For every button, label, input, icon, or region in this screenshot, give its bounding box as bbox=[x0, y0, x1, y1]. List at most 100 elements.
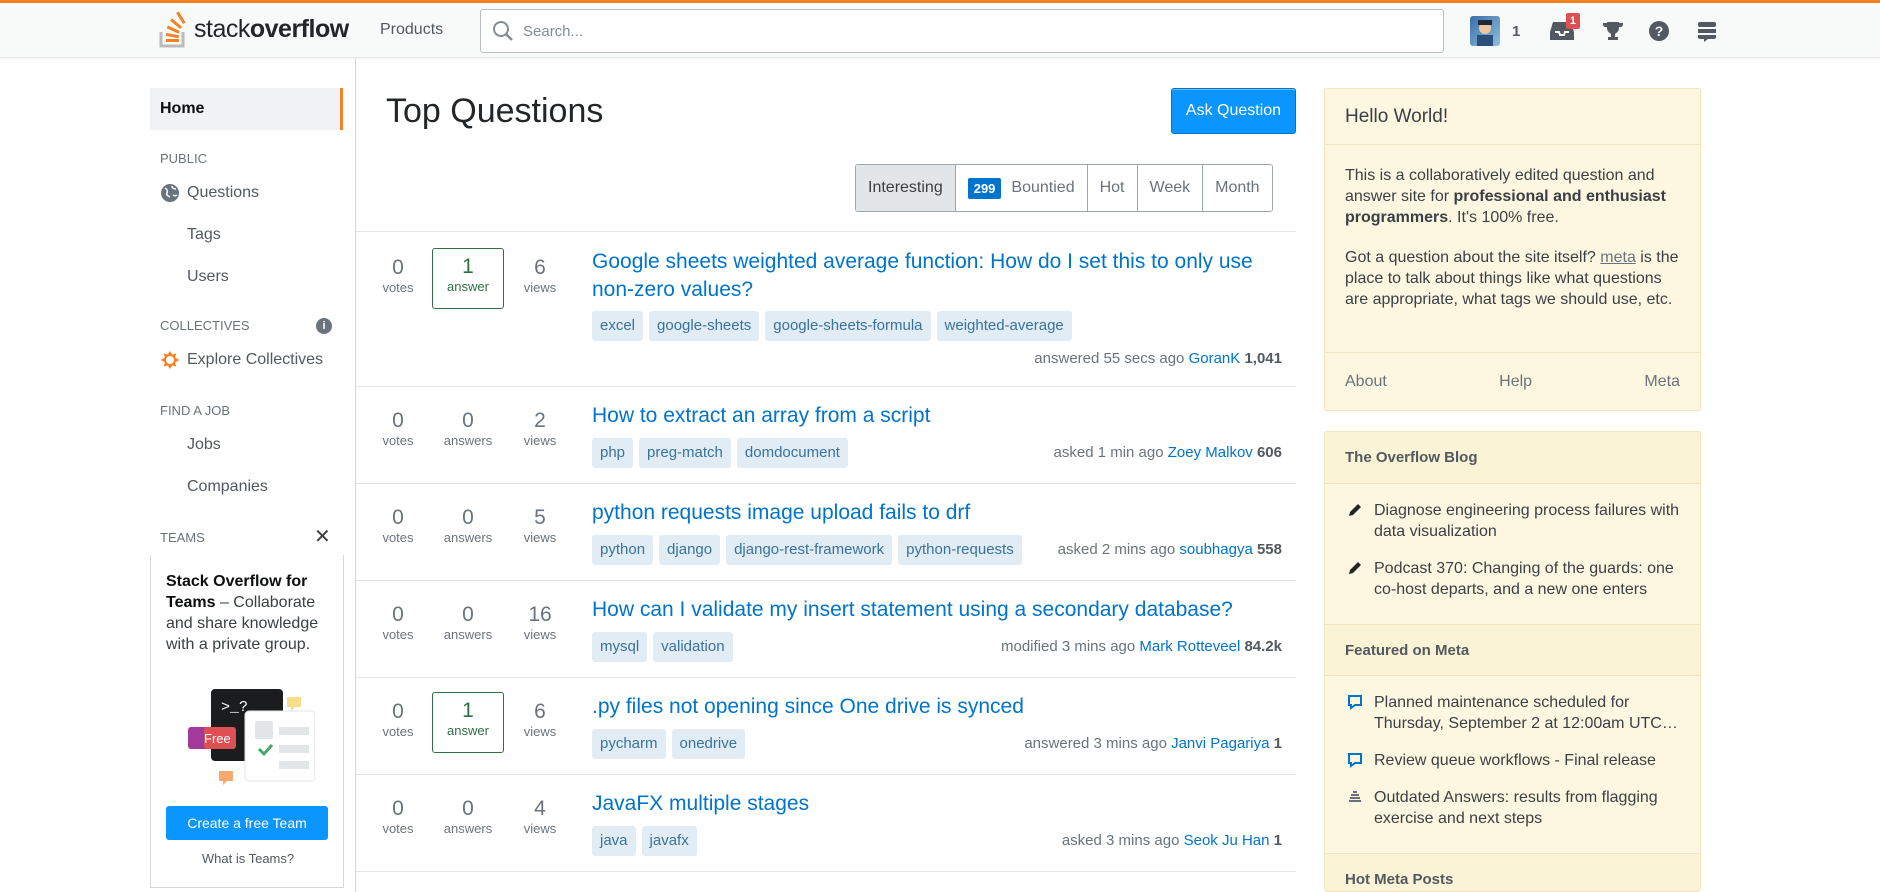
tag[interactable]: preg-match bbox=[639, 438, 731, 468]
nav-users[interactable]: Users bbox=[150, 260, 345, 294]
tag[interactable]: google-sheets-formula bbox=[765, 311, 931, 341]
reputation-count: 1 bbox=[1512, 22, 1521, 40]
tab-month[interactable]: Month bbox=[1202, 165, 1272, 211]
nav-companies-label: Companies bbox=[187, 478, 268, 495]
inbox-count-badge: 1 bbox=[1565, 13, 1580, 29]
featured-item[interactable]: Outdated Answers: results from flagging … bbox=[1345, 787, 1680, 829]
tag[interactable]: onedrive bbox=[671, 729, 746, 759]
blog-item[interactable]: Diagnose engineering process failures wi… bbox=[1345, 500, 1680, 542]
nav-questions-label: Questions bbox=[187, 184, 260, 201]
help-icon: ? bbox=[1649, 21, 1669, 41]
question-list: 0 votes 1 answer 6 views Google sheets weig… bbox=[356, 231, 1296, 872]
featured-item[interactable]: Planned maintenance scheduled for Thursd… bbox=[1345, 692, 1680, 734]
tab-bountied[interactable]: 299 Bountied bbox=[954, 165, 1087, 211]
tag[interactable]: validation bbox=[653, 632, 733, 662]
stack-exchange-icon bbox=[1698, 22, 1716, 42]
meta-link[interactable]: meta bbox=[1600, 249, 1636, 266]
blog-title: The Overflow Blog bbox=[1325, 432, 1700, 484]
info-icon[interactable]: i bbox=[316, 318, 332, 334]
question-row: 0 votes 0 answers 4 views JavaFX multiple s… bbox=[356, 775, 1296, 872]
nav-jobs[interactable]: Jobs bbox=[150, 428, 345, 462]
question-title-link[interactable]: JavaFX multiple stages bbox=[592, 790, 1272, 818]
tag[interactable]: domdocument bbox=[736, 438, 848, 468]
tag[interactable]: django-rest-framework bbox=[726, 535, 893, 565]
vote-count: 0 votes bbox=[382, 409, 414, 448]
site-logo[interactable]: stackoverflow bbox=[158, 6, 349, 52]
close-icon[interactable]: ✕ bbox=[314, 524, 331, 549]
tab-hot[interactable]: Hot bbox=[1086, 165, 1137, 211]
hello-title: Hello World! bbox=[1325, 89, 1700, 145]
site-switcher-button[interactable] bbox=[1690, 11, 1724, 51]
pencil-icon bbox=[1349, 562, 1361, 574]
nav-explore-collectives[interactable]: Explore Collectives bbox=[150, 343, 345, 377]
nav-users-label: Users bbox=[187, 268, 229, 285]
nav-jobs-label: Jobs bbox=[187, 436, 221, 453]
question-title-link[interactable]: How to extract an array from a script bbox=[592, 402, 1272, 430]
nav-section-collectives: COLLECTIVES bbox=[160, 318, 250, 333]
tag[interactable]: pycharm bbox=[592, 729, 666, 759]
nav-explore-collectives-label: Explore Collectives bbox=[187, 351, 324, 368]
tag[interactable]: javafx bbox=[641, 826, 697, 856]
create-team-button[interactable]: Create a free Team bbox=[166, 806, 328, 840]
ask-question-button[interactable]: Ask Question bbox=[1171, 88, 1296, 134]
help-button[interactable]: ? bbox=[1642, 11, 1676, 51]
globe-icon bbox=[161, 184, 179, 202]
vote-count: 0 votes bbox=[382, 603, 414, 642]
user-link[interactable]: Janvi Pagariya bbox=[1171, 735, 1269, 752]
nav-questions[interactable]: Questions bbox=[150, 176, 345, 210]
inbox-button[interactable]: 1 bbox=[1544, 11, 1580, 51]
what-is-teams-link[interactable]: What is Teams? bbox=[151, 851, 345, 866]
search-input[interactable] bbox=[523, 22, 1423, 40]
answer-count: 0 answers bbox=[443, 797, 493, 836]
search-bar[interactable] bbox=[480, 9, 1444, 53]
tag[interactable]: java bbox=[592, 826, 636, 856]
user-profile[interactable]: 1 bbox=[1470, 11, 1520, 51]
teams-illustration: >_? Free bbox=[188, 689, 315, 785]
nav-tags[interactable]: Tags bbox=[150, 218, 345, 252]
view-count: 16 views bbox=[523, 603, 557, 642]
nav-companies[interactable]: Companies bbox=[150, 470, 345, 504]
achievements-button[interactable] bbox=[1596, 11, 1630, 51]
tag-list: pycharm onedrive bbox=[592, 729, 746, 759]
answer-count: 1 answer bbox=[432, 692, 504, 753]
user-link[interactable]: Seok Ju Han bbox=[1184, 832, 1270, 849]
user-link[interactable]: soubhagya bbox=[1179, 541, 1252, 558]
tag[interactable]: python-requests bbox=[898, 535, 1022, 565]
nav-section-public: PUBLIC bbox=[160, 151, 207, 166]
tag-list: java javafx bbox=[592, 826, 697, 856]
tab-interesting[interactable]: Interesting bbox=[856, 165, 955, 211]
question-meta: answered 3 mins ago Janvi Pagariya 1 bbox=[1024, 735, 1282, 752]
user-link[interactable]: Mark Rotteveel bbox=[1139, 638, 1240, 655]
user-link[interactable]: Zoey Malkov bbox=[1168, 444, 1253, 461]
tag[interactable]: weighted-average bbox=[936, 311, 1072, 341]
tag[interactable]: django bbox=[659, 535, 721, 565]
trophy-icon bbox=[1603, 22, 1623, 40]
question-title-link[interactable]: .py files not opening since One drive is… bbox=[592, 693, 1272, 721]
blog-list: Diagnose engineering process failures wi… bbox=[1325, 484, 1700, 624]
question-title-link[interactable]: Google sheets weighted average function:… bbox=[592, 248, 1272, 304]
question-row: 0 votes 0 answers 5 views python requests i… bbox=[356, 484, 1296, 581]
vote-count: 0 votes bbox=[382, 797, 414, 836]
meta-footer-link[interactable]: Meta bbox=[1644, 373, 1680, 391]
tag[interactable]: google-sheets bbox=[649, 311, 760, 341]
top-bar: stackoverflow Products 1 1 ? bbox=[0, 0, 1880, 58]
nav-section-teams: TEAMS bbox=[160, 530, 205, 545]
blog-item[interactable]: Podcast 370: Changing of the guards: one… bbox=[1345, 558, 1680, 600]
hello-footer: About Help Meta bbox=[1325, 352, 1700, 410]
tag[interactable]: python bbox=[592, 535, 654, 565]
tag[interactable]: excel bbox=[592, 311, 644, 341]
user-link[interactable]: GoranK bbox=[1189, 350, 1241, 367]
question-title-link[interactable]: python requests image upload fails to dr… bbox=[592, 499, 1272, 527]
tab-week[interactable]: Week bbox=[1136, 165, 1203, 211]
svg-text:>_?: >_? bbox=[221, 699, 248, 716]
featured-item[interactable]: Review queue workflows - Final release bbox=[1345, 750, 1680, 771]
help-link[interactable]: Help bbox=[1499, 373, 1532, 391]
nav-home[interactable]: Home bbox=[150, 88, 343, 130]
tag[interactable]: php bbox=[592, 438, 634, 468]
products-menu[interactable]: Products bbox=[366, 8, 457, 52]
about-link[interactable]: About bbox=[1345, 373, 1387, 391]
tag[interactable]: mysql bbox=[592, 632, 648, 662]
question-meta: asked 2 mins ago soubhagya 558 bbox=[1057, 541, 1282, 558]
hello-paragraph-1: This is a collaboratively edited questio… bbox=[1345, 167, 1666, 226]
question-title-link[interactable]: How can I validate my insert statement u… bbox=[592, 596, 1272, 624]
